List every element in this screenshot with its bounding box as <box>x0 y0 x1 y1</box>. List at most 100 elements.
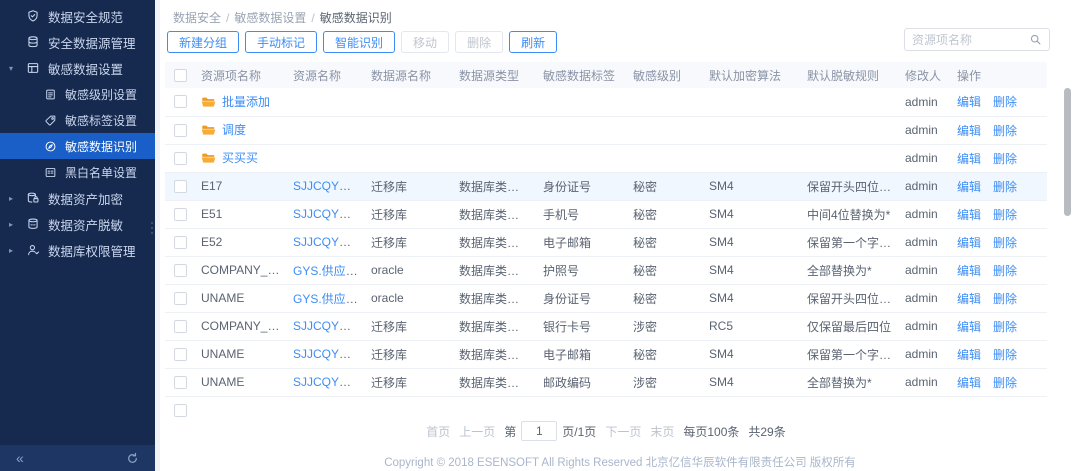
cell-sensitive-tag-text: 邮政编码 <box>543 376 591 390</box>
delete-link[interactable]: 删除 <box>993 320 1017 334</box>
table-row[interactable]: E17SJJCQYK.ZDSY...迁移库数据库类型元数据身份证号秘密SM4保留… <box>165 172 1047 200</box>
select-all-checkbox[interactable] <box>174 69 187 82</box>
toolbar-button-5[interactable]: 刷新 <box>509 31 557 53</box>
sidebar-item-mask-database[interactable]: ▸数据资产脱敏 <box>0 211 155 237</box>
delete-link[interactable]: 删除 <box>993 152 1017 166</box>
cell-item-name-text: COMPANY_AGE <box>201 319 287 333</box>
cell-actions: 编辑删除 <box>951 228 1047 256</box>
refresh-icon[interactable] <box>126 452 139 465</box>
table-row[interactable]: UNAMESJJCQYK.TABLE2迁移库数据库类型元数据电子邮箱秘密SM4保… <box>165 340 1047 368</box>
table-row[interactable]: 买买买admin编辑删除 <box>165 144 1047 172</box>
sidebar-item-data-settings[interactable]: ▾敏感数据设置 <box>0 55 155 81</box>
breadcrumb-segment[interactable]: 敏感数据设置 <box>234 11 306 25</box>
cell-modifier-text: admin <box>905 123 938 137</box>
sidebar-item-shield[interactable]: 数据安全规范 <box>0 3 155 29</box>
cell-resource-name-text[interactable]: SJJCQYK.TABLE2 <box>293 347 365 361</box>
prev-page-link[interactable]: 上一页 <box>459 423 495 440</box>
last-page-link[interactable]: 末页 <box>650 423 674 440</box>
collapse-icon[interactable]: « <box>16 450 24 466</box>
data-table: 资源项名称资源名称数据源名称数据源类型敏感数据标签敏感级别默认加密算法默认脱敏规… <box>165 62 1047 418</box>
sidebar-item-user-permission[interactable]: ▸数据库权限管理 <box>0 237 155 263</box>
toolbar-button-3[interactable]: 移动 <box>401 31 449 53</box>
cell-resource-name-text[interactable]: GYS.供应商列表 <box>293 292 365 306</box>
edit-link[interactable]: 编辑 <box>957 152 981 166</box>
edit-link[interactable]: 编辑 <box>957 376 981 390</box>
delete-link[interactable]: 删除 <box>993 264 1017 278</box>
search-input[interactable] <box>912 33 1029 47</box>
edit-link[interactable]: 编辑 <box>957 236 981 250</box>
cell-resource-name-text[interactable]: SJJCQYK.TABLE3 <box>293 375 365 389</box>
cell-mask-rule-text: 中间4位替换为* <box>807 208 890 222</box>
cell-resource-name-text[interactable]: SJJCQYK.ZDSY... <box>293 179 365 193</box>
cell-rule <box>801 88 899 116</box>
delete-link[interactable]: 删除 <box>993 124 1017 138</box>
toolbar-button-2[interactable]: 智能识别 <box>323 31 395 53</box>
row-checkbox[interactable] <box>174 404 187 417</box>
row-checkbox[interactable] <box>174 95 187 108</box>
table-row[interactable]: E52SJJCQYK.ZDSY...迁移库数据库类型元数据电子邮箱秘密SM4保留… <box>165 228 1047 256</box>
delete-link[interactable]: 删除 <box>993 236 1017 250</box>
cell-actions: 编辑删除 <box>951 368 1047 396</box>
delete-link[interactable]: 删除 <box>993 208 1017 222</box>
cell-modifier-text: admin <box>905 347 938 361</box>
cell-resource-name-text[interactable]: SJJCQYK.ZDSY... <box>293 235 365 249</box>
page-number-input[interactable] <box>521 421 557 441</box>
edit-link[interactable]: 编辑 <box>957 320 981 334</box>
table-row[interactable]: 批量添加 admin 编辑删除 <box>165 88 1047 116</box>
cell-resource-name-text[interactable]: SJJCQYK.TABLE2 <box>293 319 365 333</box>
toolbar-button-4[interactable]: 删除 <box>455 31 503 53</box>
delete-link[interactable]: 删除 <box>993 292 1017 306</box>
row-checkbox[interactable] <box>174 376 187 389</box>
folder-name-link[interactable]: 批量添加 <box>222 93 270 110</box>
toolbar-button-1[interactable]: 手动标记 <box>245 31 317 53</box>
delete-link[interactable]: 删除 <box>993 95 1017 109</box>
cell-resource-name-text[interactable]: GYS.供应商列表 <box>293 264 365 278</box>
row-checkbox[interactable] <box>174 320 187 333</box>
sidebar-item-level-settings[interactable]: 敏感级别设置 <box>0 81 155 107</box>
row-checkbox[interactable] <box>174 264 187 277</box>
row-checkbox[interactable] <box>174 348 187 361</box>
edit-link[interactable]: 编辑 <box>957 348 981 362</box>
cell-modifier: admin <box>899 88 951 116</box>
edit-link[interactable]: 编辑 <box>957 95 981 109</box>
vertical-scrollbar-thumb[interactable] <box>1064 88 1071 216</box>
delete-link[interactable]: 删除 <box>993 180 1017 194</box>
table-row[interactable]: COMPANY_AGESJJCQYK.TABLE2迁移库数据库类型元数据银行卡号… <box>165 312 1047 340</box>
row-checkbox[interactable] <box>174 208 187 221</box>
row-checkbox[interactable] <box>174 180 187 193</box>
edit-link[interactable]: 编辑 <box>957 124 981 138</box>
cell-algorithm <box>703 116 801 144</box>
cell-resource-name-text[interactable]: SJJCQYK.ZDSY... <box>293 207 365 221</box>
table-row[interactable]: 调度 admin 编辑删除 <box>165 116 1047 144</box>
folder-name-link[interactable]: 买买买 <box>222 149 258 166</box>
row-checkbox[interactable] <box>174 236 187 249</box>
delete-link[interactable]: 删除 <box>993 376 1017 390</box>
sidebar-item-blackwhite-list[interactable]: 黑白名单设置 <box>0 159 155 185</box>
next-page-link[interactable]: 下一页 <box>605 423 641 440</box>
delete-link[interactable]: 删除 <box>993 348 1017 362</box>
row-checkbox[interactable] <box>174 152 187 165</box>
sidebar-item-identify[interactable]: 敏感数据识别 <box>0 133 155 159</box>
folder-name-link[interactable]: 调度 <box>222 121 246 138</box>
edit-link[interactable]: 编辑 <box>957 264 981 278</box>
row-checkbox[interactable] <box>174 124 187 137</box>
table-row[interactable]: COMPANY_AGEGYS.供应商列表oracle数据库类型元数据护照号秘密S… <box>165 256 1047 284</box>
edit-link[interactable]: 编辑 <box>957 180 981 194</box>
first-page-link[interactable]: 首页 <box>426 423 450 440</box>
table-row-partial[interactable] <box>165 396 1047 418</box>
breadcrumb-segment[interactable]: 数据安全 <box>173 11 221 25</box>
sidebar-item-tag[interactable]: 敏感标签设置 <box>0 107 155 133</box>
sidebar-item-database[interactable]: 安全数据源管理 <box>0 29 155 55</box>
toolbar-button-0[interactable]: 新建分组 <box>167 31 239 53</box>
edit-link[interactable]: 编辑 <box>957 292 981 306</box>
cell-sensitive-level-text: 涉密 <box>633 376 657 390</box>
sidebar-resize-handle[interactable] <box>150 222 153 248</box>
table-row[interactable]: UNAMEGYS.供应商列表oracle数据库类型元数据身份证号秘密SM4保留开… <box>165 284 1047 312</box>
table-row[interactable]: E51SJJCQYK.ZDSY...迁移库数据库类型元数据手机号秘密SM4中间4… <box>165 200 1047 228</box>
edit-link[interactable]: 编辑 <box>957 208 981 222</box>
search-icon[interactable] <box>1029 33 1042 46</box>
table-row[interactable]: UNAMESJJCQYK.TABLE3迁移库数据库类型元数据邮政编码涉密SM4全… <box>165 368 1047 396</box>
cell-datasource-name: 迁移库 <box>365 172 453 200</box>
row-checkbox[interactable] <box>174 292 187 305</box>
sidebar-item-encrypt-database[interactable]: ▸数据资产加密 <box>0 185 155 211</box>
